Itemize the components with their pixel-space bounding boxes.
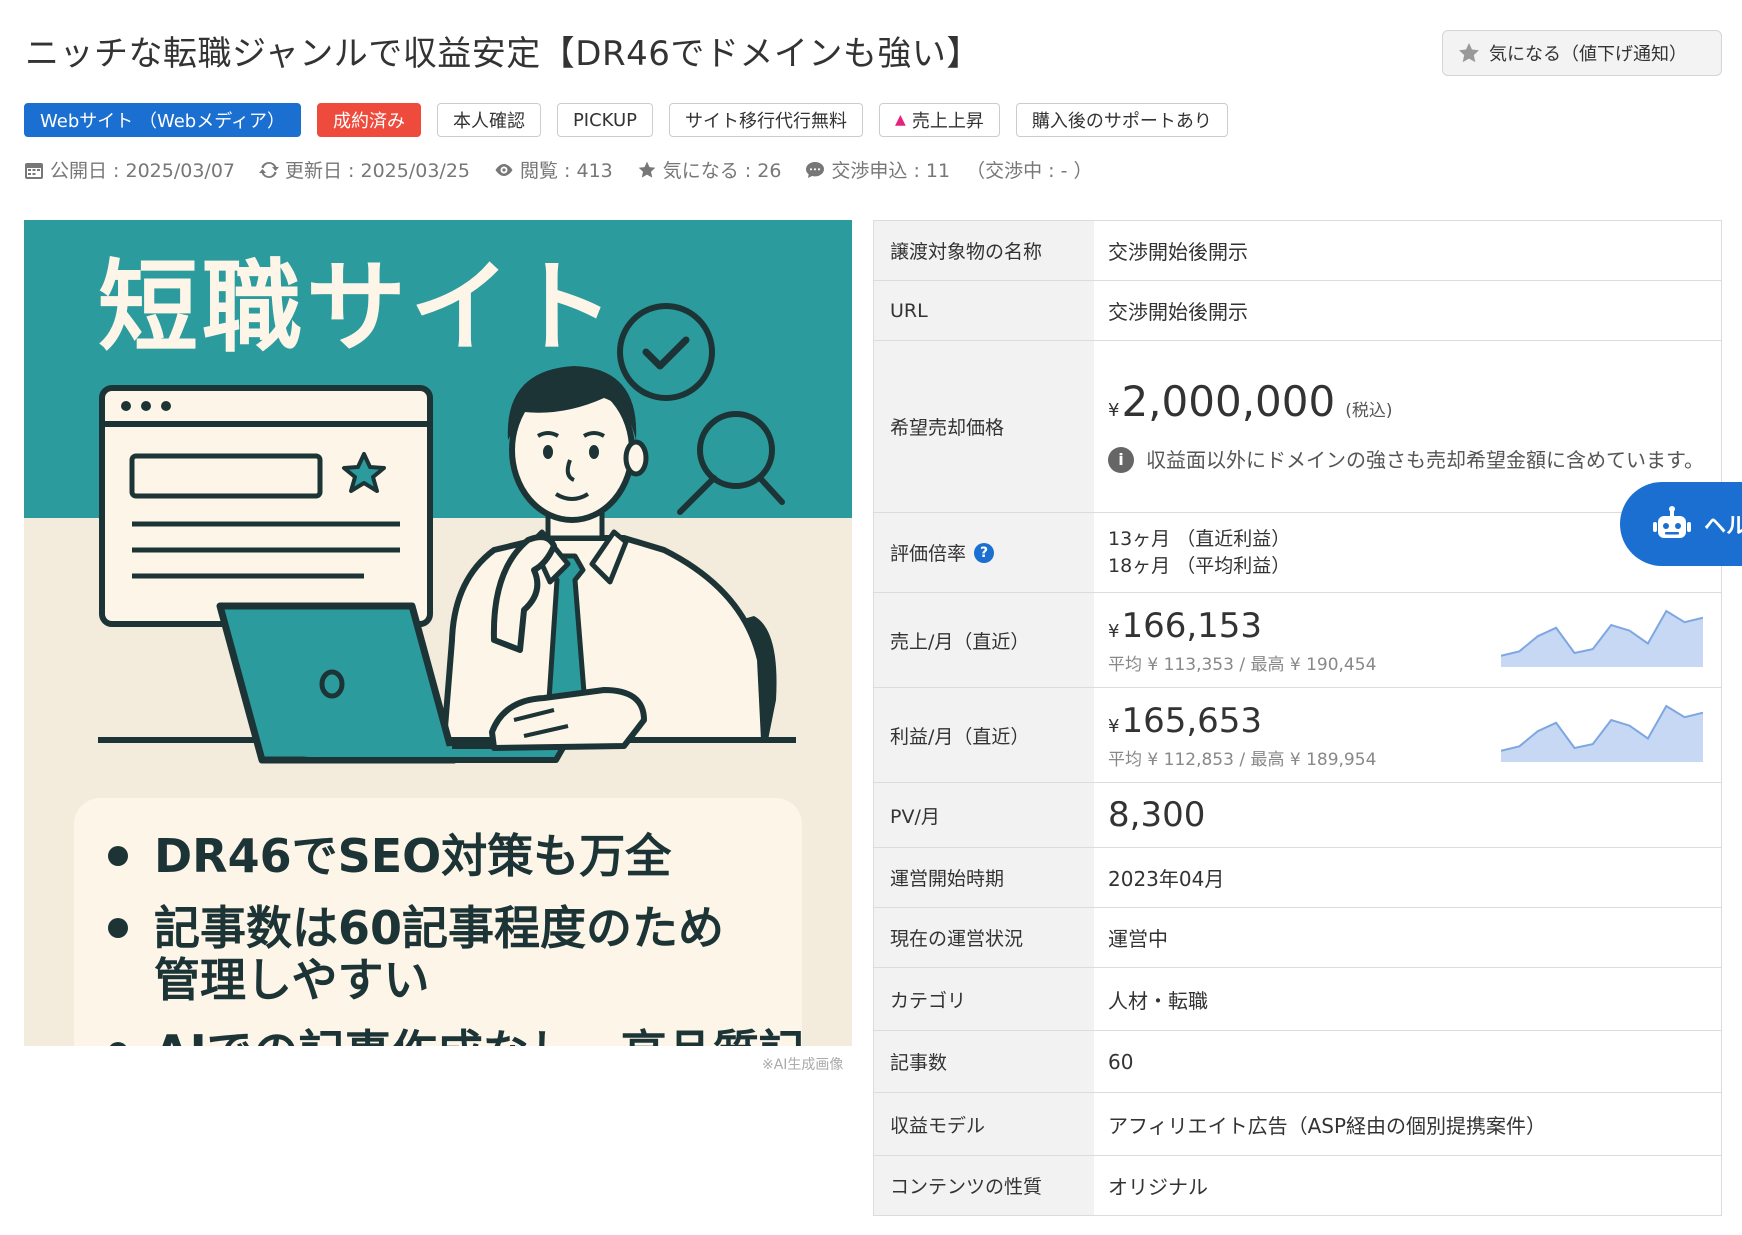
tag-migration[interactable]: サイト移行代行無料 — [669, 103, 864, 137]
page-title: ニッチな転職ジャンルで収益安定【DR46でドメインも強い】 — [25, 34, 981, 74]
hero-bullet: AIでの記事作成なし、高品質記 — [108, 1026, 805, 1046]
sparkline-area — [1501, 611, 1703, 667]
hero-bullet: DR46でSEO対策も万全 — [108, 830, 671, 882]
robot-icon — [1653, 506, 1691, 538]
help-label: ヘル — [1704, 514, 1742, 539]
tag-pickup[interactable]: PICKUP — [556, 103, 654, 137]
chevron-up-icon: ▲ — [895, 112, 906, 128]
tag-sales-up-label: 売上上昇 — [911, 111, 984, 132]
star-icon — [638, 161, 656, 178]
spec-label: コンテンツの性質 — [874, 1156, 1094, 1215]
meta-offers: 交渉申込 : 11 （交渉中 : - ） — [805, 156, 1092, 183]
tag-category[interactable]: Webサイト （Webメディア） — [24, 103, 301, 137]
spec-value: ¥ 2,000,000 (税込) i 収益面以外にドメインの強さも売却希望金額に… — [1094, 341, 1721, 512]
spec-row-start: 運営開始時期 2023年04月 — [874, 848, 1721, 908]
hero-headline: 短職サイト — [98, 249, 618, 366]
spec-value: 交渉開始後開示 — [1108, 300, 1248, 324]
spec-value: 2023年04月 — [1108, 867, 1225, 891]
calendar-icon — [25, 162, 43, 179]
spec-label: 運営開始時期 — [874, 848, 1094, 907]
asking-price: ¥ 2,000,000 (税込) — [1108, 377, 1721, 426]
pv-amount: 8,300 — [1108, 795, 1206, 835]
meta-updated: 更新日 : 2025/03/25 — [259, 156, 470, 183]
refresh-icon — [259, 161, 279, 178]
spec-value: 8,300 — [1094, 783, 1721, 847]
chat-icon — [806, 161, 825, 178]
sales-amount: 166,153 — [1121, 605, 1263, 646]
yen-symbol: ¥ — [1108, 400, 1120, 421]
hero-bullet-continued: 管理しやすい — [154, 953, 430, 1007]
hero-bullet: 記事数は60記事程度のため — [108, 902, 724, 954]
bullet-dot-icon — [108, 1041, 128, 1046]
spec-label: 収益モデル — [874, 1093, 1094, 1155]
tag-support[interactable]: 購入後のサポートあり — [1015, 103, 1228, 137]
spec-label: 現在の運営状況 — [874, 908, 1094, 967]
listing-meta: 公開日 : 2025/03/07 更新日 : 2025/03/25 閲覧 : 4… — [24, 156, 1092, 183]
spec-label: URL — [874, 281, 1094, 340]
meta-favorites: 気になる : 26 — [637, 156, 781, 183]
spec-row-articles: 記事数 60 — [874, 1031, 1721, 1093]
spec-row-status: 現在の運営状況 運営中 — [874, 908, 1721, 968]
meta-views: 閲覧 : 413 — [494, 156, 613, 183]
spec-value: 運営中 — [1108, 927, 1168, 951]
spec-row-pv: PV/月 8,300 — [874, 783, 1721, 848]
spec-label: 記事数 — [874, 1031, 1094, 1092]
tag-list: Webサイト （Webメディア） 成約済み 本人確認 PICKUP サイト移行代… — [24, 103, 1228, 137]
spec-value: 60 — [1108, 1049, 1134, 1074]
spec-label: PV/月 — [874, 783, 1094, 847]
spec-row-content: コンテンツの性質 オリジナル — [874, 1156, 1721, 1216]
spec-row-category: カテゴリ 人材・転職 — [874, 968, 1721, 1031]
spec-row-profit: 利益/月（直近） ¥165,653 平均 ¥ 112,853 / 最高 ¥ 18… — [874, 688, 1721, 783]
listing-image: 短職サイト DR46でSEO対策も万全 記事数は60記事程度のため 管理しやすい… — [24, 220, 852, 1046]
info-icon: i — [1108, 447, 1134, 473]
spec-value: ¥165,653 平均 ¥ 112,853 / 最高 ¥ 189,954 — [1094, 688, 1721, 782]
spec-label: 評価倍率? — [874, 513, 1094, 592]
star-icon — [1459, 43, 1479, 63]
spec-row-price: 希望売却価格 ¥ 2,000,000 (税込) i 収益面以外にドメインの強さも… — [874, 341, 1721, 513]
spec-label: カテゴリ — [874, 968, 1094, 1030]
image-caption: ※AI生成画像 — [762, 1057, 844, 1073]
spec-label: 希望売却価格 — [874, 341, 1094, 512]
spec-table: 譲渡対象物の名称 交渉開始後開示 URL 交渉開始後開示 希望売却価格 ¥ 2,… — [873, 220, 1722, 1216]
spec-label: 譲渡対象物の名称 — [874, 221, 1094, 280]
favorite-button-label: 気になる（値下げ通知） — [1489, 44, 1687, 65]
spec-row-url: URL 交渉開始後開示 — [874, 281, 1721, 341]
spec-label: 利益/月（直近） — [874, 688, 1094, 782]
profit-amount: 165,653 — [1121, 700, 1263, 741]
help-chat-button[interactable]: ヘル — [1620, 482, 1742, 566]
spec-value: オリジナル — [1108, 1175, 1208, 1199]
tag-sales-up[interactable]: ▲ 売上上昇 — [879, 103, 1000, 137]
spec-row-sales: 売上/月（直近） ¥166,153 平均 ¥ 113,353 / 最高 ¥ 19… — [874, 593, 1721, 688]
bullet-dot-icon — [108, 845, 128, 866]
help-icon[interactable]: ? — [974, 542, 995, 563]
meta-published: 公開日 : 2025/03/07 — [24, 156, 235, 183]
spec-row-multiple: 評価倍率? 13ヶ月 （直近利益） 18ヶ月 （平均利益） — [874, 513, 1721, 593]
spec-label: 売上/月（直近） — [874, 593, 1094, 687]
sales-sparkline — [1501, 609, 1703, 667]
yen-symbol: ¥ — [1108, 715, 1120, 737]
tax-label: (税込) — [1345, 401, 1393, 421]
spec-value: 交渉開始後開示 — [1108, 240, 1248, 264]
sparkline-area — [1501, 706, 1703, 762]
spec-value: ¥166,153 平均 ¥ 113,353 / 最高 ¥ 190,454 — [1094, 593, 1721, 687]
tag-status[interactable]: 成約済み — [316, 103, 421, 137]
spec-value: アフィリエイト広告（ASP経由の個別提携案件） — [1108, 1113, 1547, 1138]
price-amount: 2,000,000 — [1121, 377, 1336, 426]
tag-verified[interactable]: 本人確認 — [436, 103, 541, 137]
bullet-dot-icon — [108, 917, 128, 938]
spec-row-model: 収益モデル アフィリエイト広告（ASP経由の個別提携案件） — [874, 1093, 1721, 1156]
price-note: i 収益面以外にドメインの強さも売却希望金額に含めています。 — [1108, 444, 1708, 476]
profit-sparkline — [1501, 704, 1703, 762]
spec-row-name: 譲渡対象物の名称 交渉開始後開示 — [874, 221, 1721, 281]
yen-symbol: ¥ — [1108, 620, 1120, 642]
spec-value: 人材・転職 — [1108, 988, 1208, 1013]
eye-icon — [495, 163, 513, 176]
favorite-button[interactable]: 気になる（値下げ通知） — [1442, 30, 1722, 76]
